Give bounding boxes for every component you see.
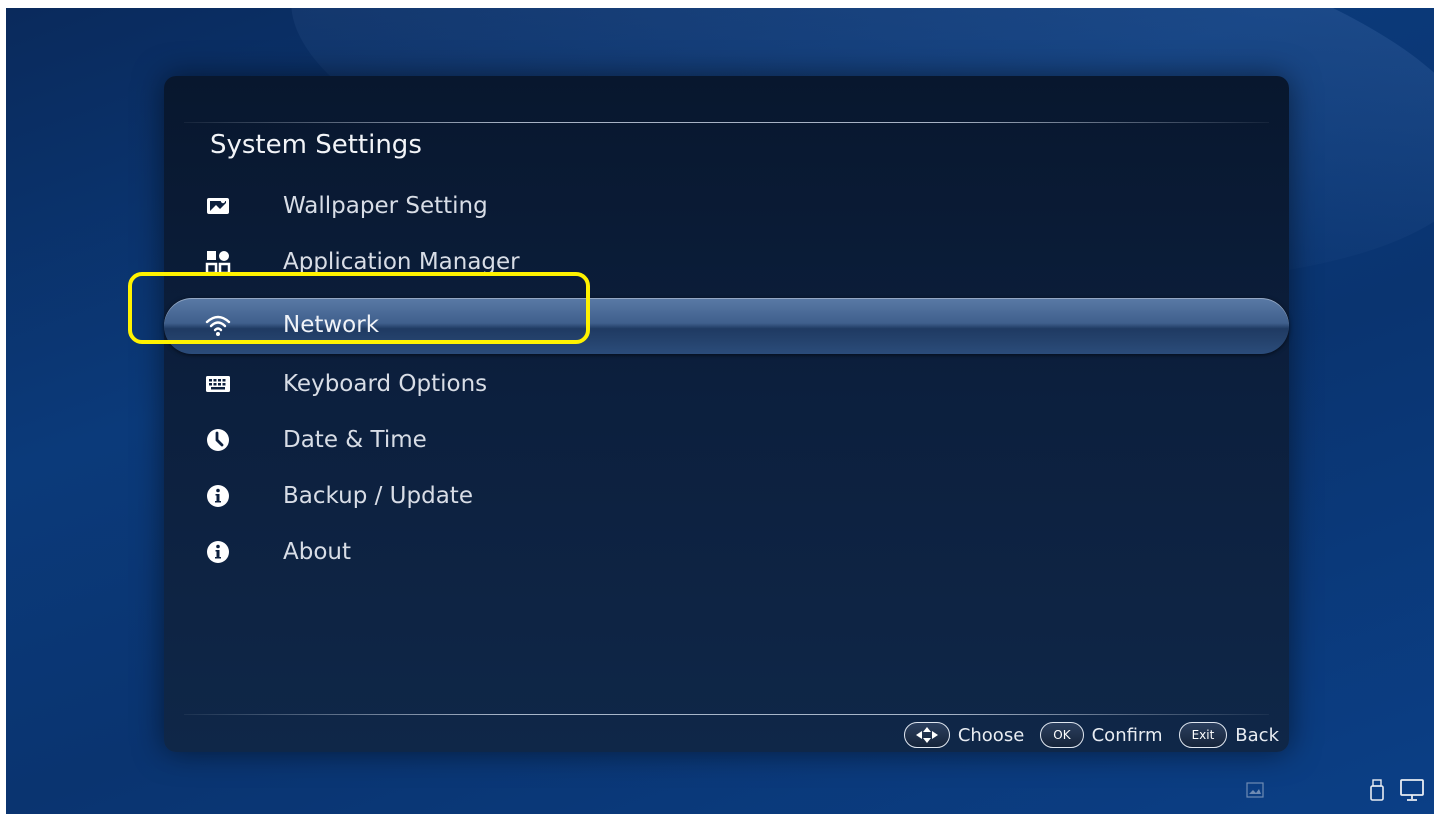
dpad-icon: [915, 727, 938, 743]
clock-icon: [207, 429, 229, 451]
menu-item-label: About: [283, 539, 352, 565]
exit-key: Exit: [1178, 722, 1228, 748]
bottom-divider: [184, 714, 1269, 715]
confirm-hint: Confirm: [1091, 724, 1163, 746]
choose-hint: Choose: [957, 724, 1025, 746]
menu-item-label: Date & Time: [283, 427, 427, 453]
settings-panel: System Settings Wallpaper Setting Applic…: [164, 76, 1289, 752]
focus-highlight-box: [128, 272, 590, 344]
menu-item-about[interactable]: About: [164, 525, 1289, 581]
monitor-icon: [1400, 779, 1424, 801]
menu-item-label: Backup / Update: [283, 483, 473, 509]
keyboard-icon: [206, 376, 230, 392]
usb-icon: [1370, 779, 1384, 801]
menu-item-backup-update[interactable]: Backup / Update: [164, 469, 1289, 525]
remote-hints: Choose OK Confirm Exit Back: [903, 722, 1279, 748]
status-bar: [1246, 776, 1424, 804]
menu-item-date-time[interactable]: Date & Time: [164, 413, 1289, 469]
menu-item-keyboard-options[interactable]: Keyboard Options: [164, 357, 1289, 413]
wallpaper-icon: [207, 198, 229, 214]
ok-key: OK: [1040, 722, 1084, 748]
menu-item-wallpaper-setting[interactable]: Wallpaper Setting: [164, 179, 1289, 235]
dpad-key: [903, 722, 950, 748]
back-hint: Back: [1235, 724, 1279, 746]
info-icon: [207, 485, 229, 507]
picture-icon: [1246, 782, 1264, 798]
menu-item-label: Wallpaper Setting: [283, 193, 488, 219]
tv-screen: System Settings Wallpaper Setting Applic…: [6, 8, 1434, 814]
info-icon: [207, 541, 229, 563]
menu-item-label: Keyboard Options: [283, 371, 488, 397]
page-title: System Settings: [210, 130, 422, 160]
top-divider: [184, 122, 1269, 123]
